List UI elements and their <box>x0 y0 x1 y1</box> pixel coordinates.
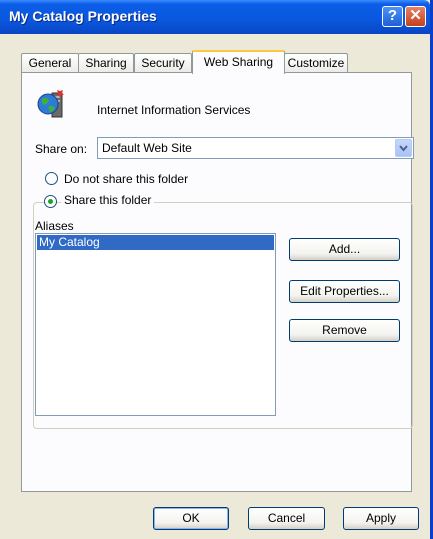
globe-server-icon <box>37 90 64 118</box>
remove-button[interactable]: Remove <box>289 319 400 342</box>
ok-button[interactable]: OK <box>153 507 229 530</box>
aliases-listbox[interactable]: My Catalog <box>35 233 276 416</box>
radio-do-not-share[interactable] <box>45 172 58 185</box>
add-button[interactable]: Add... <box>289 238 400 261</box>
cancel-button[interactable]: Cancel <box>248 507 325 530</box>
title-bar[interactable]: My Catalog Properties ? ✕ <box>0 0 430 34</box>
tab-web-sharing[interactable]: Web Sharing <box>192 50 285 74</box>
edit-properties-button[interactable]: Edit Properties... <box>289 280 400 303</box>
window-title: My Catalog Properties <box>9 8 157 24</box>
close-button[interactable]: ✕ <box>405 6 426 27</box>
list-item[interactable]: My Catalog <box>37 235 274 250</box>
tab-security[interactable]: Security <box>134 53 192 72</box>
chevron-down-icon[interactable] <box>395 139 412 157</box>
tab-sharing[interactable]: Sharing <box>78 53 134 72</box>
radio-do-not-share-label[interactable]: Do not share this folder <box>64 172 188 186</box>
iis-label: Internet Information Services <box>97 103 251 117</box>
share-on-label: Share on: <box>35 142 88 156</box>
apply-button[interactable]: Apply <box>343 507 419 530</box>
help-button[interactable]: ? <box>382 6 403 27</box>
radio-share-folder-label[interactable]: Share this folder <box>61 193 155 207</box>
aliases-label: Aliases <box>35 219 74 233</box>
share-on-value: Default Web Site <box>102 141 192 155</box>
radio-selected-dot <box>48 199 53 204</box>
properties-dialog: My Catalog Properties ? ✕ General Sharin… <box>0 0 433 539</box>
tab-customize[interactable]: Customize <box>284 53 348 72</box>
radio-share-folder[interactable] <box>44 195 57 208</box>
share-on-dropdown[interactable]: Default Web Site <box>97 137 414 159</box>
tab-general[interactable]: General <box>21 53 79 72</box>
